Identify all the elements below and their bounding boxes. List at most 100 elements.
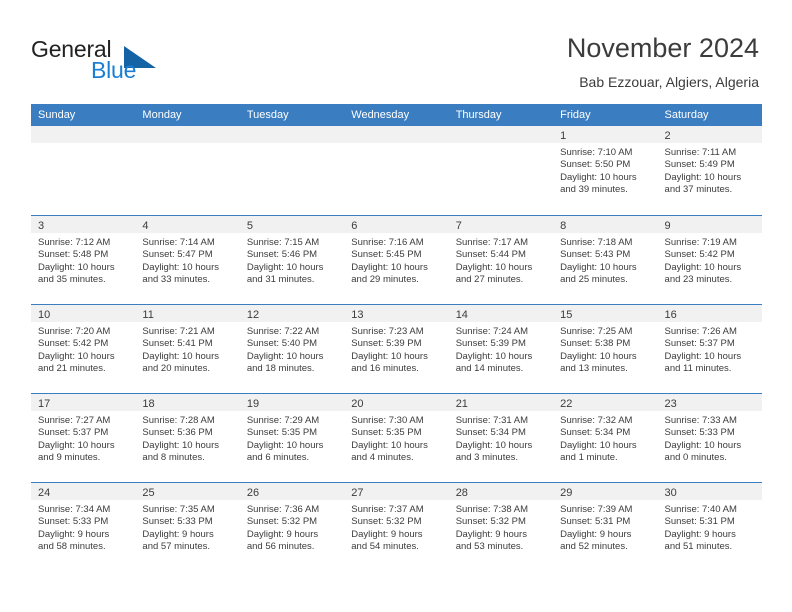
day-number: 26	[246, 487, 260, 499]
day-cell[interactable]: 16 Sunrise: 7:26 AM Sunset: 5:37 PM Dayligh…	[657, 305, 762, 393]
daylight-text-line2: and 54 minutes.	[351, 541, 419, 553]
sunrise-text: Sunrise: 7:34 AM	[38, 504, 111, 515]
day-number-strip	[135, 126, 240, 143]
daylight-text-line1: Daylight: 10 hours	[351, 350, 428, 362]
daylight-text-line1: Daylight: 10 hours	[664, 350, 742, 362]
day-cell[interactable]: 21 Sunrise: 7:31 AM Sunset: 5:34 PM Dayligh…	[448, 394, 554, 482]
daylight-text-line2: and 57 minutes.	[142, 541, 211, 553]
day-info: Sunrise: 7:11 AM Sunset: 5:49 PM Daylight:…	[658, 143, 762, 197]
sunrise-text: Sunrise: 7:21 AM	[142, 326, 215, 337]
day-cell[interactable]: 7 Sunrise: 7:17 AM Sunset: 5:44 PM Daylight…	[448, 216, 554, 304]
day-cell[interactable]: 9 Sunrise: 7:19 AM Sunset: 5:42 PM Daylight…	[657, 216, 762, 304]
daylight-text-line1: Daylight: 10 hours	[246, 350, 324, 362]
day-number: 22	[560, 398, 573, 410]
day-number-strip: 20	[344, 394, 449, 411]
day-cell[interactable]: 11 Sunrise: 7:21 AM Sunset: 5:41 PM Dayligh…	[135, 305, 240, 393]
sunrise-text: Sunrise: 7:32 AM	[560, 415, 633, 426]
day-cell[interactable]: 1 Sunrise: 7:10 AM Sunset: 5:50 PM Daylight…	[553, 126, 658, 215]
daylight-text-line1: Daylight: 9 hours	[246, 528, 319, 540]
sunset-text: Sunset: 5:48 PM	[38, 249, 109, 261]
sunrise-text: Sunrise: 7:19 AM	[664, 237, 737, 248]
day-number: 15	[560, 309, 573, 321]
day-cell[interactable]: 28 Sunrise: 7:38 AM Sunset: 5:32 PM Dayligh…	[448, 483, 554, 571]
day-cell[interactable]: 27 Sunrise: 7:37 AM Sunset: 5:32 PM Dayligh…	[344, 483, 449, 571]
daylight-text-line2: and 13 minutes.	[560, 363, 628, 375]
day-cell[interactable]: 8 Sunrise: 7:18 AM Sunset: 5:43 PM Daylight…	[553, 216, 658, 304]
day-info: Sunrise: 7:30 AM Sunset: 5:35 PM Daylight:…	[344, 411, 448, 465]
sunrise-text: Sunrise: 7:12 AM	[38, 237, 111, 248]
weeks-container: 1 Sunrise: 7:10 AM Sunset: 5:50 PM Daylight…	[31, 126, 762, 571]
day-info: Sunrise: 7:12 AM Sunset: 5:48 PM Daylight:…	[31, 233, 135, 287]
sunset-text: Sunset: 5:50 PM	[560, 159, 631, 171]
day-number-strip: 23	[657, 394, 762, 411]
day-number-strip: 12	[239, 305, 345, 322]
day-cell[interactable]: 10 Sunrise: 7:20 AM Sunset: 5:42 PM Dayligh…	[31, 305, 136, 393]
sunrise-text: Sunrise: 7:31 AM	[455, 415, 529, 426]
day-cell[interactable]: 13 Sunrise: 7:23 AM Sunset: 5:39 PM Dayligh…	[344, 305, 449, 393]
sunrise-text: Sunrise: 7:36 AM	[246, 504, 320, 515]
day-cell-empty	[239, 126, 345, 215]
day-info: Sunrise: 7:10 AM Sunset: 5:50 PM Daylight:…	[553, 143, 657, 197]
day-info: Sunrise: 7:36 AM Sunset: 5:32 PM Daylight:…	[240, 500, 344, 554]
daylight-text-line1: Daylight: 9 hours	[455, 528, 527, 540]
sunset-text: Sunset: 5:36 PM	[142, 427, 213, 439]
day-cell-empty	[344, 126, 449, 215]
day-number-strip: 29	[553, 483, 658, 500]
daylight-text-line1: Daylight: 10 hours	[351, 261, 428, 273]
day-cell[interactable]: 3 Sunrise: 7:12 AM Sunset: 5:48 PM Daylight…	[31, 216, 136, 304]
day-info: Sunrise: 7:23 AM Sunset: 5:39 PM Daylight:…	[344, 322, 448, 376]
week-row: 3 Sunrise: 7:12 AM Sunset: 5:48 PM Daylight…	[31, 215, 762, 304]
day-cell[interactable]: 18 Sunrise: 7:28 AM Sunset: 5:36 PM Dayligh…	[135, 394, 240, 482]
day-cell[interactable]: 17 Sunrise: 7:27 AM Sunset: 5:37 PM Dayligh…	[31, 394, 136, 482]
day-cell[interactable]: 12 Sunrise: 7:22 AM Sunset: 5:40 PM Dayligh…	[239, 305, 345, 393]
weekday-sunday: Sunday	[38, 109, 76, 121]
daylight-text-line2: and 27 minutes.	[455, 274, 524, 286]
day-cell[interactable]: 30 Sunrise: 7:40 AM Sunset: 5:31 PM Dayligh…	[657, 483, 762, 571]
day-info: Sunrise: 7:25 AM Sunset: 5:38 PM Daylight:…	[553, 322, 657, 376]
sunrise-text: Sunrise: 7:27 AM	[38, 415, 111, 426]
day-cell[interactable]: 22 Sunrise: 7:32 AM Sunset: 5:34 PM Dayligh…	[553, 394, 658, 482]
day-cell[interactable]: 5 Sunrise: 7:15 AM Sunset: 5:46 PM Daylight…	[239, 216, 345, 304]
day-number-strip: 8	[553, 216, 658, 233]
page-subtitle: Bab Ezzouar, Algiers, Algeria	[579, 74, 759, 90]
day-cell[interactable]: 4 Sunrise: 7:14 AM Sunset: 5:47 PM Daylight…	[135, 216, 240, 304]
day-info: Sunrise: 7:17 AM Sunset: 5:44 PM Daylight:…	[449, 233, 553, 287]
day-number-strip: 14	[448, 305, 554, 322]
daylight-text-line2: and 3 minutes.	[455, 452, 519, 464]
day-cell[interactable]: 19 Sunrise: 7:29 AM Sunset: 5:35 PM Dayligh…	[239, 394, 345, 482]
sunset-text: Sunset: 5:35 PM	[351, 427, 422, 439]
sunrise-text: Sunrise: 7:35 AM	[142, 504, 215, 515]
day-number: 23	[664, 398, 677, 410]
day-number: 7	[455, 220, 462, 232]
daylight-text-line1: Daylight: 9 hours	[351, 528, 423, 540]
daylight-text-line1: Daylight: 9 hours	[142, 528, 214, 540]
day-info: Sunrise: 7:40 AM Sunset: 5:31 PM Daylight:…	[658, 500, 762, 554]
daylight-text-line1: Daylight: 10 hours	[142, 350, 219, 362]
day-number: 27	[351, 487, 364, 499]
day-cell[interactable]: 14 Sunrise: 7:24 AM Sunset: 5:39 PM Dayligh…	[448, 305, 554, 393]
day-cell[interactable]: 23 Sunrise: 7:33 AM Sunset: 5:33 PM Dayligh…	[657, 394, 762, 482]
day-cell[interactable]: 15 Sunrise: 7:25 AM Sunset: 5:38 PM Dayligh…	[553, 305, 658, 393]
sunset-text: Sunset: 5:32 PM	[246, 516, 318, 528]
day-cell-empty	[448, 126, 554, 215]
day-number: 17	[38, 398, 51, 410]
day-number-strip: 25	[135, 483, 240, 500]
day-cell[interactable]: 6 Sunrise: 7:16 AM Sunset: 5:45 PM Daylight…	[344, 216, 449, 304]
day-cell[interactable]: 26 Sunrise: 7:36 AM Sunset: 5:32 PM Dayligh…	[239, 483, 345, 571]
page-header: General Blue November 2024 Bab Ezzouar, …	[0, 0, 792, 104]
sunset-text: Sunset: 5:44 PM	[455, 249, 526, 261]
day-cell[interactable]: 29 Sunrise: 7:39 AM Sunset: 5:31 PM Dayligh…	[553, 483, 658, 571]
day-cell[interactable]: 24 Sunrise: 7:34 AM Sunset: 5:33 PM Dayligh…	[31, 483, 136, 571]
day-info: Sunrise: 7:18 AM Sunset: 5:43 PM Daylight:…	[553, 233, 657, 287]
sunset-text: Sunset: 5:35 PM	[246, 427, 318, 439]
day-info: Sunrise: 7:32 AM Sunset: 5:34 PM Daylight:…	[553, 411, 657, 465]
day-number: 14	[455, 309, 468, 321]
sunset-text: Sunset: 5:31 PM	[560, 516, 631, 528]
day-info: Sunrise: 7:14 AM Sunset: 5:47 PM Daylight:…	[135, 233, 239, 287]
day-cell[interactable]: 25 Sunrise: 7:35 AM Sunset: 5:33 PM Dayligh…	[135, 483, 240, 571]
sunset-text: Sunset: 5:41 PM	[142, 338, 213, 350]
daylight-text-line1: Daylight: 10 hours	[142, 261, 219, 273]
day-cell[interactable]: 2 Sunrise: 7:11 AM Sunset: 5:49 PM Daylight…	[657, 126, 762, 215]
general-blue-logo[interactable]: General Blue	[31, 36, 211, 88]
day-cell[interactable]: 20 Sunrise: 7:30 AM Sunset: 5:35 PM Dayligh…	[344, 394, 449, 482]
